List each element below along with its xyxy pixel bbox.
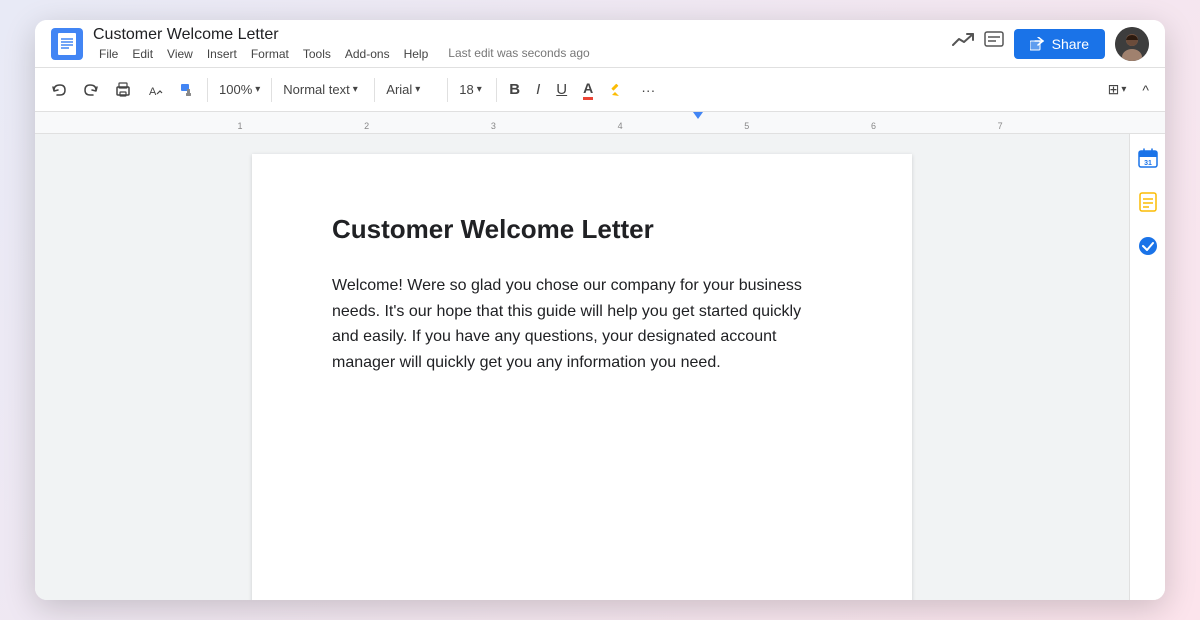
ruler: 1 2 3 4 5 6 7 [35, 112, 1165, 134]
font-chevron: ▾ [415, 84, 420, 95]
svg-text:A: A [149, 86, 157, 98]
text-style-value: Normal text [283, 82, 349, 97]
underline-button[interactable]: U [550, 77, 573, 102]
ruler-mark-3: 3 [491, 121, 496, 131]
title-bar: Customer Welcome Letter File Edit View I… [35, 20, 1165, 68]
ruler-mark-5: 5 [744, 121, 749, 131]
text-color-button[interactable]: A [577, 76, 599, 104]
doc-icon [51, 28, 83, 60]
ruler-mark-7: 7 [998, 121, 1003, 131]
last-edit-label: Last edit was seconds ago [448, 46, 589, 62]
doc-heading[interactable]: Customer Welcome Letter [332, 214, 832, 245]
menu-file[interactable]: File [93, 46, 124, 62]
tasks-icon[interactable] [1134, 232, 1162, 260]
menu-format[interactable]: Format [245, 46, 295, 62]
italic-button[interactable]: I [530, 77, 546, 102]
collapse-toolbar-button[interactable]: ^ [1136, 78, 1155, 102]
zoom-value: 100% [219, 82, 252, 97]
comment-icon[interactable] [984, 31, 1004, 56]
share-label: Share [1052, 36, 1089, 52]
font-size-selector[interactable]: 18 ▾ [454, 78, 490, 101]
menu-view[interactable]: View [161, 46, 199, 62]
size-chevron: ▾ [477, 84, 482, 95]
image-layout-button[interactable]: ⊞ ▾ [1102, 77, 1133, 102]
ruler-mark-4: 4 [618, 121, 623, 131]
menu-edit[interactable]: Edit [126, 46, 159, 62]
menu-bar: File Edit View Insert Format Tools Add-o… [93, 46, 952, 62]
doc-area[interactable]: Customer Welcome Letter Welcome! Were so… [35, 134, 1129, 600]
toolbar-sep-1 [207, 78, 208, 102]
doc-body[interactable]: Welcome! Were so glad you chose our comp… [332, 273, 832, 375]
doc-title[interactable]: Customer Welcome Letter [93, 25, 952, 44]
doc-page: Customer Welcome Letter Welcome! Were so… [252, 154, 912, 600]
title-actions: Share [952, 27, 1149, 61]
toolbar-sep-3 [374, 78, 375, 102]
toolbar-sep-2 [271, 78, 272, 102]
image-layout-chevron: ▾ [1121, 84, 1126, 95]
ruler-inner: 1 2 3 4 5 6 7 [240, 112, 1145, 133]
ruler-triangle[interactable] [693, 112, 703, 119]
menu-insert[interactable]: Insert [201, 46, 243, 62]
toolbar-sep-5 [496, 78, 497, 102]
svg-text:31: 31 [1144, 160, 1152, 167]
trend-icon[interactable] [952, 33, 974, 54]
image-layout-icon: ⊞ [1108, 81, 1120, 98]
redo-button[interactable] [77, 78, 105, 102]
chevron-up-icon: ^ [1142, 82, 1149, 98]
zoom-chevron: ▾ [255, 84, 260, 95]
paint-format-button[interactable] [173, 78, 201, 102]
ruler-mark-6: 6 [871, 121, 876, 131]
spellcheck-button[interactable]: A [141, 78, 169, 102]
right-sidebar: 31 [1129, 134, 1165, 600]
toolbar: A 100% ▾ Normal text ▾ Arial ▾ 18 ▾ [35, 68, 1165, 112]
font-selector[interactable]: Arial ▾ [381, 78, 441, 101]
highlight-button[interactable] [603, 78, 631, 102]
menu-addons[interactable]: Add-ons [339, 46, 396, 62]
calendar-icon[interactable]: 31 [1134, 144, 1162, 172]
undo-button[interactable] [45, 78, 73, 102]
ruler-mark-1: 1 [237, 121, 242, 131]
text-color-label: A [583, 80, 593, 100]
font-size-value: 18 [459, 82, 473, 97]
main-area: Customer Welcome Letter Welcome! Were so… [35, 134, 1165, 600]
font-value: Arial [386, 82, 412, 97]
user-avatar[interactable] [1115, 27, 1149, 61]
app-window: Customer Welcome Letter File Edit View I… [35, 20, 1165, 600]
menu-help[interactable]: Help [398, 46, 435, 62]
share-button[interactable]: Share [1014, 29, 1105, 59]
ruler-mark-2: 2 [364, 121, 369, 131]
menu-tools[interactable]: Tools [297, 46, 337, 62]
text-style-selector[interactable]: Normal text ▾ [278, 78, 368, 101]
print-button[interactable] [109, 78, 137, 102]
title-area: Customer Welcome Letter File Edit View I… [93, 25, 952, 62]
notes-icon[interactable] [1134, 188, 1162, 216]
toolbar-sep-4 [447, 78, 448, 102]
bold-button[interactable]: B [503, 77, 526, 102]
style-chevron: ▾ [353, 84, 358, 95]
more-options-button[interactable]: ··· [635, 78, 661, 102]
zoom-selector[interactable]: 100% ▾ [214, 78, 265, 101]
